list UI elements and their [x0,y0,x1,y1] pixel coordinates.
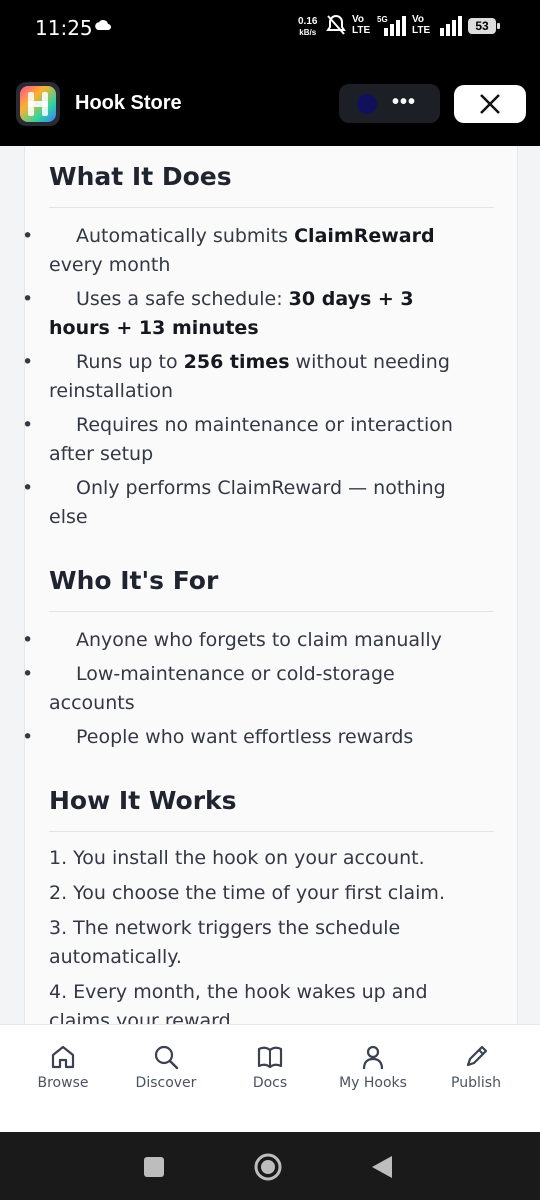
status-bar: 11:25 0.16 kB/s Vo LTE 5G Vo LTE 53 [0,0,540,62]
list-item: People who want effortless rewards [22,723,479,752]
battery-tip [497,23,500,29]
sim2-label: Vo LTE [412,14,430,36]
close-icon [480,94,500,114]
list-item: Anyone who forgets to claim manually [22,626,479,655]
list-item: 3. The network triggers the schedule aut… [49,917,401,968]
list-item: 2. You choose the time of your first cla… [49,882,445,904]
sim2-vo: Vo [412,14,425,25]
list-item: Requires no maintenance or interaction a… [22,411,479,469]
list-item: 1. You install the hook on your account. [49,847,425,869]
nav-publish[interactable]: Publish [424,1043,528,1091]
hook-description-card: What It Does Automatically submits Claim… [22,146,518,1024]
nav-label: My Hooks [339,1075,407,1091]
nav-label: Docs [252,1075,288,1091]
user-icon [362,1045,384,1070]
pencil-icon [466,1045,488,1067]
net-speed: 0.16 kB/s [298,16,317,38]
list-item: Runs up to 256 times without needing rei… [22,348,479,406]
net-speed-unit: kB/s [299,28,317,37]
app-title: Hook Store [75,92,182,114]
nav-my-hooks[interactable]: My Hooks [321,1043,425,1091]
nav-discover[interactable]: Discover [114,1043,218,1091]
book-icon [257,1046,283,1069]
list-item: Only performs ClaimReward — nothing else [22,474,479,532]
back-icon[interactable] [370,1154,394,1180]
more-dots-icon: ••• [392,91,417,113]
item-bold: ClaimReward [294,225,435,247]
item-text: Requires no maintenance or interaction a… [49,414,453,465]
nav-browse[interactable]: Browse [11,1043,115,1091]
list-item: Automatically submits ClaimReward every … [22,222,479,280]
nav-label: Discover [135,1075,197,1091]
section-heading: How It Works [49,786,237,815]
list-item: 4. Every month, the hook wakes up and cl… [49,981,428,1024]
sim1-vo: Vo [352,14,365,25]
signal-icon-2 [440,16,462,36]
hook-store-logo [16,82,60,126]
net-speed-value: 0.16 [298,16,318,27]
mute-icon [326,14,346,35]
list-item: Uses a safe schedule: 30 days + 3 hours … [22,285,479,343]
section-how-it-works: How It Works 1. You install the hook on … [49,786,494,1024]
item-text: Only performs ClaimReward — nothing else [49,477,446,528]
app-bar: Hook Store ••• [0,62,540,146]
bottom-navigation: Browse Discover Docs My Hooks Publish [0,1024,540,1133]
section-who-its-for: Who It's For Anyone who forgets to claim… [22,566,494,752]
item-bold: 256 times [183,351,290,373]
section-heading: What It Does [49,162,232,191]
item-text: Automatically submits [76,225,295,247]
close-button[interactable] [454,85,526,123]
nav-label: Browse [37,1075,89,1091]
what-it-does-list: Automatically submits ClaimReward every … [22,222,479,537]
status-time: 11:25 [35,16,93,40]
who-its-for-list: Anyone who forgets to claim manually Low… [22,626,479,757]
recents-icon[interactable] [143,1156,165,1178]
home-button-icon[interactable] [253,1152,283,1182]
nav-docs[interactable]: Docs [218,1043,322,1091]
system-navigation-bar [0,1132,540,1200]
circle-indicator-icon [357,94,377,114]
logo-icon [20,86,56,122]
more-options-button[interactable]: ••• [339,84,440,123]
item-text: Uses a safe schedule: [76,288,289,310]
home-icon [51,1045,75,1069]
section-what-it-does: What It Does Automatically submits Claim… [22,162,494,528]
sim2-lte: LTE [412,25,431,36]
nav-label: Publish [451,1075,501,1091]
content-scroll-area[interactable]: What It Does Automatically submits Claim… [0,146,540,1024]
sim1-lte: LTE [352,25,371,36]
list-item: Low-maintenance or cold-storage accounts [22,660,479,718]
item-text: Runs up to [76,351,184,373]
signal-icon [384,16,406,36]
section-heading: Who It's For [49,566,219,595]
divider [49,207,494,208]
battery-icon: 53 [468,18,496,34]
search-icon [154,1045,179,1070]
how-it-works-list: 1. You install the hook on your account.… [49,844,479,1024]
sim1-label: Vo LTE [352,14,370,36]
item-text: every month [49,254,171,276]
divider [49,831,494,832]
divider [49,611,494,612]
cloud-icon [95,20,111,30]
